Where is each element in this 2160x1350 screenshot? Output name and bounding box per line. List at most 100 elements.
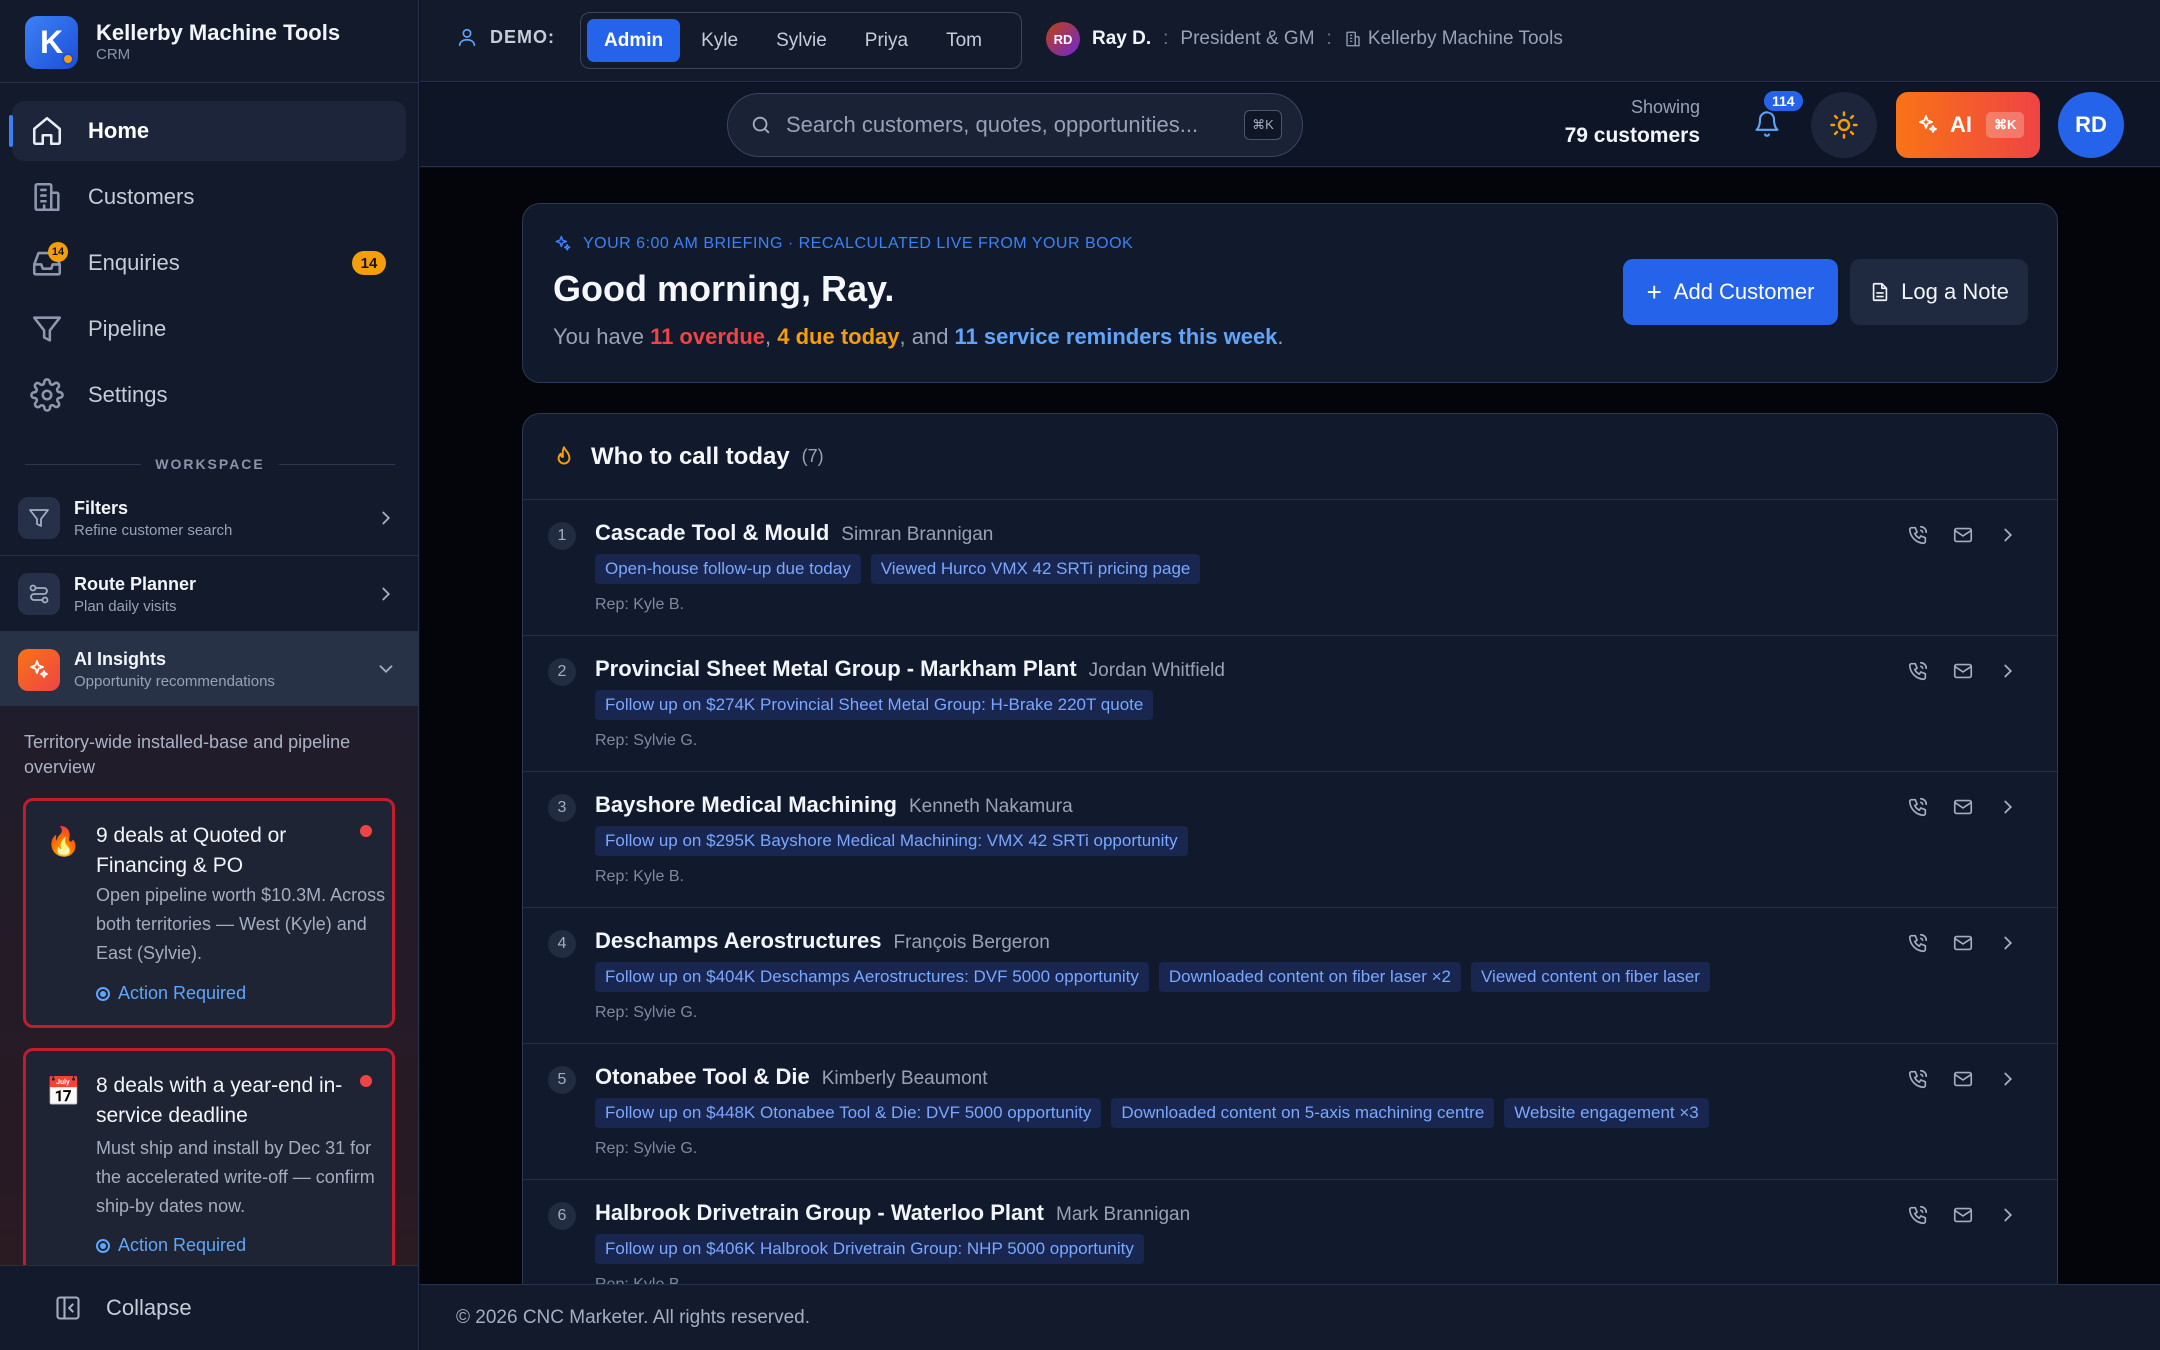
home-icon bbox=[30, 114, 64, 148]
mail-icon[interactable] bbox=[1952, 1204, 1976, 1228]
row-company[interactable]: Otonabee Tool & Die Kimberly Beaumont bbox=[595, 1064, 988, 1090]
sidebar-item-enquiries[interactable]: 14 Enquiries 14 bbox=[12, 233, 406, 293]
sidebar-item-customers[interactable]: Customers bbox=[12, 167, 406, 227]
workspace-item-text: Filters Refine customer search bbox=[74, 498, 232, 539]
sidebar-item-settings[interactable]: Settings bbox=[12, 365, 406, 425]
demo-user-switcher: Admin Kyle Sylvie Priya Tom bbox=[580, 12, 1022, 69]
row-company[interactable]: Cascade Tool & Mould Simran Brannigan bbox=[595, 520, 993, 546]
alert-dot bbox=[360, 1075, 372, 1087]
mail-icon[interactable] bbox=[1952, 1068, 1976, 1092]
action-required-link[interactable]: Action Required bbox=[96, 1235, 246, 1256]
filter-funnel-icon bbox=[30, 312, 64, 346]
row-tag: Downloaded content on fiber laser ×2 bbox=[1158, 962, 1462, 992]
ai-insights-intro: Territory-wide installed-base and pipeli… bbox=[24, 732, 351, 777]
demo-user-admin[interactable]: Admin bbox=[587, 19, 681, 62]
workspace-item-ai-insights[interactable]: AI Insights Opportunity recommendations bbox=[0, 632, 418, 707]
row-number: 1 bbox=[548, 522, 576, 550]
main-content: YOUR 6:00 AM BRIEFING · RECALCULATED LIV… bbox=[420, 168, 2160, 1284]
workspace-item-title: Filters bbox=[74, 497, 129, 518]
row-rep: Rep: Sylvie G. bbox=[595, 732, 698, 749]
action-required-link[interactable]: Action Required bbox=[96, 983, 246, 1004]
search-placeholder: Search customers, quotes, opportunities.… bbox=[786, 112, 1199, 137]
insight-card[interactable]: 📅 8 deals with a year-end in-service dea… bbox=[23, 1048, 395, 1298]
company-name: Deschamps Aerostructures bbox=[595, 928, 882, 953]
workspace-item-filters[interactable]: Filters Refine customer search bbox=[0, 481, 418, 556]
demo-user-kyle[interactable]: Kyle bbox=[684, 19, 755, 62]
row-tag: Follow up on $274K Provincial Sheet Meta… bbox=[595, 690, 1154, 720]
company-name: Bayshore Medical Machining bbox=[595, 792, 897, 817]
sidebar-item-pipeline[interactable]: Pipeline bbox=[12, 299, 406, 359]
log-note-button[interactable]: Log a Note bbox=[1850, 259, 2028, 325]
table-row[interactable]: 2 Provincial Sheet Metal Group - Markham… bbox=[523, 636, 2057, 772]
table-row[interactable]: 5 Otonabee Tool & Die Kimberly Beaumont F… bbox=[523, 1044, 2057, 1180]
table-row[interactable]: 1 Cascade Tool & Mould Simran Brannigan O… bbox=[523, 500, 2057, 636]
chevron-right-icon[interactable] bbox=[1997, 524, 2021, 548]
row-company[interactable]: Provincial Sheet Metal Group - Markham P… bbox=[595, 656, 1225, 682]
mail-icon[interactable] bbox=[1952, 524, 1976, 548]
gear-icon bbox=[30, 378, 64, 412]
mail-icon[interactable] bbox=[1952, 796, 1976, 820]
separator: : bbox=[1326, 28, 1332, 49]
workspace-item-sub: Opportunity recommendations bbox=[74, 673, 275, 690]
inbox-icon: 14 bbox=[30, 242, 68, 280]
sidebar-item-home[interactable]: Home bbox=[9, 101, 406, 161]
overdue-count[interactable]: 11 overdue bbox=[650, 324, 765, 349]
insight-card[interactable]: 🔥 9 deals at Quoted or Financing & PO Op… bbox=[23, 798, 395, 1028]
briefing-sep: , and bbox=[899, 324, 955, 349]
briefing-tag: YOUR 6:00 AM BRIEFING · RECALCULATED LIV… bbox=[553, 234, 1133, 254]
table-row[interactable]: 3 Bayshore Medical Machining Kenneth Naka… bbox=[523, 772, 2057, 908]
phone-icon[interactable] bbox=[1907, 1068, 1931, 1092]
row-rep: Rep: Sylvie G. bbox=[595, 1140, 698, 1157]
briefing-summary: You have 11 overdue, 4 due today, and 11… bbox=[553, 324, 1284, 350]
who-to-call-count: (7) bbox=[801, 446, 824, 466]
search-shortcut: ⌘K bbox=[1244, 110, 1282, 140]
divider-line bbox=[25, 463, 142, 465]
theme-toggle-button[interactable] bbox=[1811, 92, 1877, 158]
collapse-sidebar-button[interactable]: Collapse bbox=[0, 1265, 418, 1350]
search-input[interactable]: Search customers, quotes, opportunities.… bbox=[727, 93, 1303, 157]
mail-icon[interactable] bbox=[1952, 932, 1976, 956]
phone-icon[interactable] bbox=[1907, 796, 1931, 820]
phone-icon[interactable] bbox=[1907, 524, 1931, 548]
row-rep: Rep: Kyle B. bbox=[595, 868, 684, 885]
phone-icon[interactable] bbox=[1907, 1204, 1931, 1228]
table-row[interactable]: 4 Deschamps Aerostructures François Berge… bbox=[523, 908, 2057, 1044]
chevron-right-icon[interactable] bbox=[1997, 1204, 2021, 1228]
briefing-prefix: You have bbox=[553, 324, 651, 349]
ai-assistant-button[interactable]: AI ⌘K bbox=[1896, 92, 2040, 158]
brand-sub: CRM bbox=[96, 46, 131, 63]
avatar[interactable]: RD bbox=[2058, 92, 2124, 158]
contact-name: François Bergeron bbox=[893, 932, 1050, 953]
demo-user-sylvie[interactable]: Sylvie bbox=[759, 19, 844, 62]
row-tag: Follow up on $404K Deschamps Aerostructu… bbox=[595, 962, 1149, 992]
row-rep: Rep: Kyle B. bbox=[595, 1276, 684, 1284]
chevron-right-icon[interactable] bbox=[1997, 1068, 2021, 1092]
table-row[interactable]: 6 Halbrook Drivetrain Group - Waterloo P… bbox=[523, 1180, 2057, 1284]
workspace-item-route-planner[interactable]: Route Planner Plan daily visits bbox=[0, 557, 418, 632]
row-company[interactable]: Halbrook Drivetrain Group - Waterloo Pla… bbox=[595, 1200, 1190, 1226]
collapse-label: Collapse bbox=[106, 1295, 192, 1320]
due-today-count[interactable]: 4 due today bbox=[777, 324, 899, 349]
workspace-item-text: AI Insights Opportunity recommendations bbox=[74, 649, 275, 690]
chevron-right-icon[interactable] bbox=[1997, 932, 2021, 956]
row-company[interactable]: Bayshore Medical Machining Kenneth Nakamu… bbox=[595, 792, 1073, 818]
phone-icon[interactable] bbox=[1907, 932, 1931, 956]
chevron-right-icon[interactable] bbox=[1997, 660, 2021, 684]
demo-user-priya[interactable]: Priya bbox=[848, 19, 925, 62]
user-company: Kellerby Machine Tools bbox=[1367, 28, 1563, 49]
add-customer-button[interactable]: + Add Customer bbox=[1623, 259, 1838, 325]
workspace-item-text: Route Planner Plan daily visits bbox=[74, 574, 196, 615]
app-header: Search customers, quotes, opportunities.… bbox=[420, 83, 2160, 167]
brand[interactable]: K Kellerby Machine Tools CRM bbox=[0, 0, 418, 83]
row-tag: Viewed content on fiber laser bbox=[1471, 962, 1710, 992]
chevron-right-icon[interactable] bbox=[1997, 796, 2021, 820]
row-actions bbox=[1886, 660, 2021, 684]
phone-icon[interactable] bbox=[1907, 660, 1931, 684]
service-reminders-count[interactable]: 11 service reminders this week bbox=[955, 324, 1278, 349]
row-number: 6 bbox=[548, 1202, 576, 1230]
company-name: Provincial Sheet Metal Group - Markham P… bbox=[595, 656, 1077, 681]
insight-card-title: 8 deals with a year-end in-service deadl… bbox=[96, 1074, 343, 1127]
mail-icon[interactable] bbox=[1952, 660, 1976, 684]
row-company[interactable]: Deschamps Aerostructures François Bergero… bbox=[595, 928, 1050, 954]
demo-user-tom[interactable]: Tom bbox=[929, 19, 999, 62]
